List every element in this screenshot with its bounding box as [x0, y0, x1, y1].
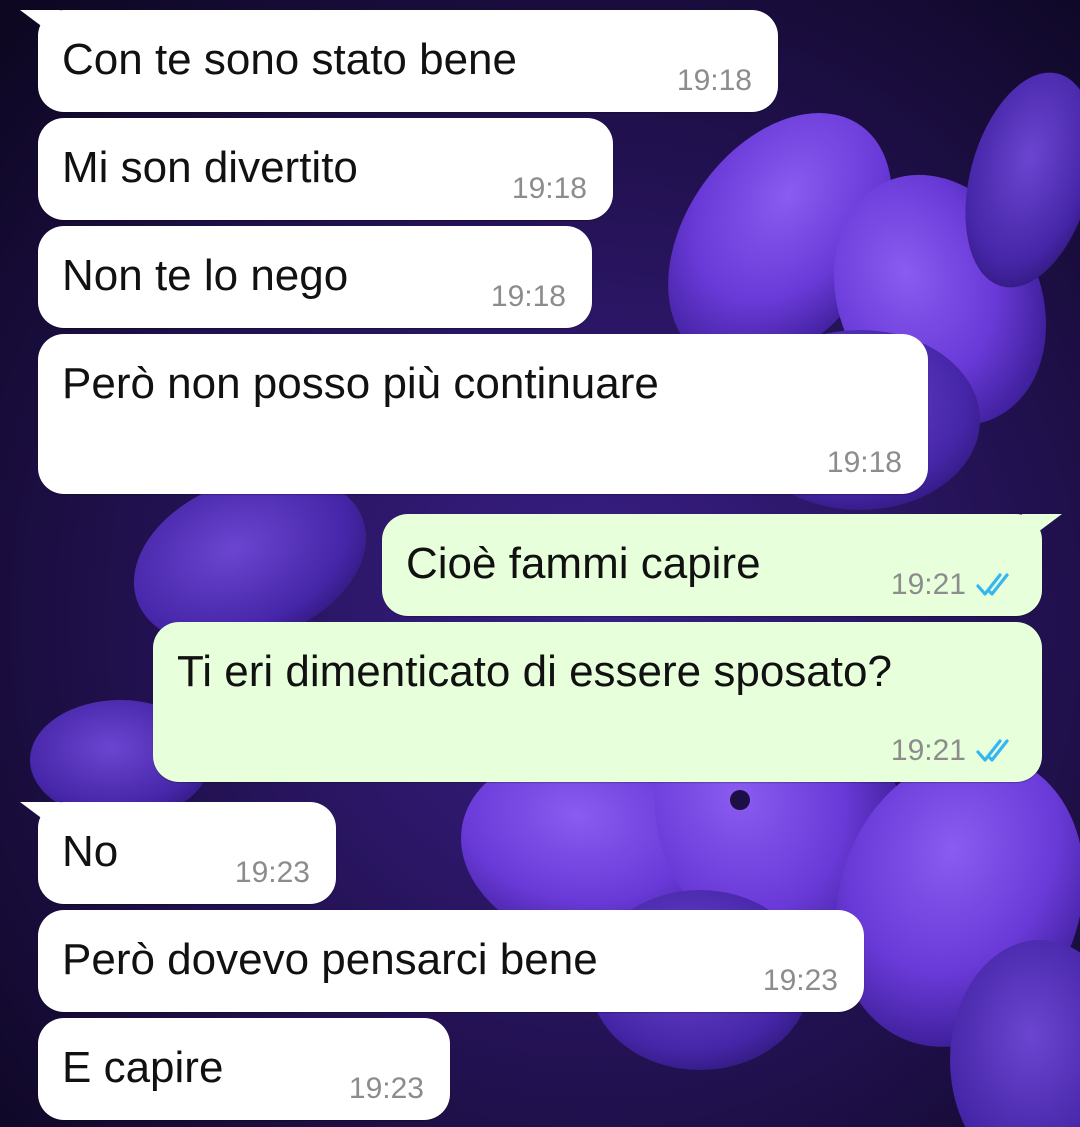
message-bubble-outgoing[interactable]: Ti eri dimenticato di essere sposato? 19…: [153, 622, 1042, 782]
message-time: 19:21: [890, 568, 966, 601]
message-time: 19:21: [890, 734, 966, 767]
message-time: 19:18: [676, 64, 752, 97]
message-text: No: [62, 827, 119, 876]
message-text: E capire: [62, 1043, 224, 1092]
message-bubble-incoming[interactable]: Mi son divertito 19:18: [38, 118, 613, 220]
message-text: Cioè fammi capire: [406, 539, 761, 588]
double-check-read-icon: [976, 573, 1009, 596]
message-time: 19:23: [234, 856, 310, 889]
message-text: Non te lo nego: [62, 251, 349, 300]
message-bubble-incoming[interactable]: Però dovevo pensarci bene 19:23: [38, 910, 864, 1012]
message-text: Con te sono stato bene: [62, 35, 517, 84]
message-time: 19:23: [762, 964, 838, 997]
message-bubble-incoming[interactable]: No 19:23: [38, 802, 336, 904]
message-time: 19:18: [826, 446, 902, 479]
message-bubble-incoming[interactable]: Con te sono stato bene 19:18: [38, 10, 778, 112]
message-time: 19:23: [348, 1072, 424, 1105]
message-text: Però non posso più continuare: [62, 359, 659, 408]
message-bubble-incoming[interactable]: E capire 19:23: [38, 1018, 450, 1120]
message-text: Mi son divertito: [62, 143, 358, 192]
message-bubble-outgoing[interactable]: Cioè fammi capire 19:21: [382, 514, 1042, 616]
message-bubble-incoming[interactable]: Però non posso più continuare 19:18: [38, 334, 928, 494]
message-text: Però dovevo pensarci bene: [62, 935, 598, 984]
message-time: 19:18: [490, 280, 566, 313]
message-bubble-incoming[interactable]: Non te lo nego 19:18: [38, 226, 592, 328]
message-text: Ti eri dimenticato di essere sposato?: [177, 647, 892, 696]
message-time: 19:18: [511, 172, 587, 205]
double-check-read-icon: [976, 739, 1009, 762]
